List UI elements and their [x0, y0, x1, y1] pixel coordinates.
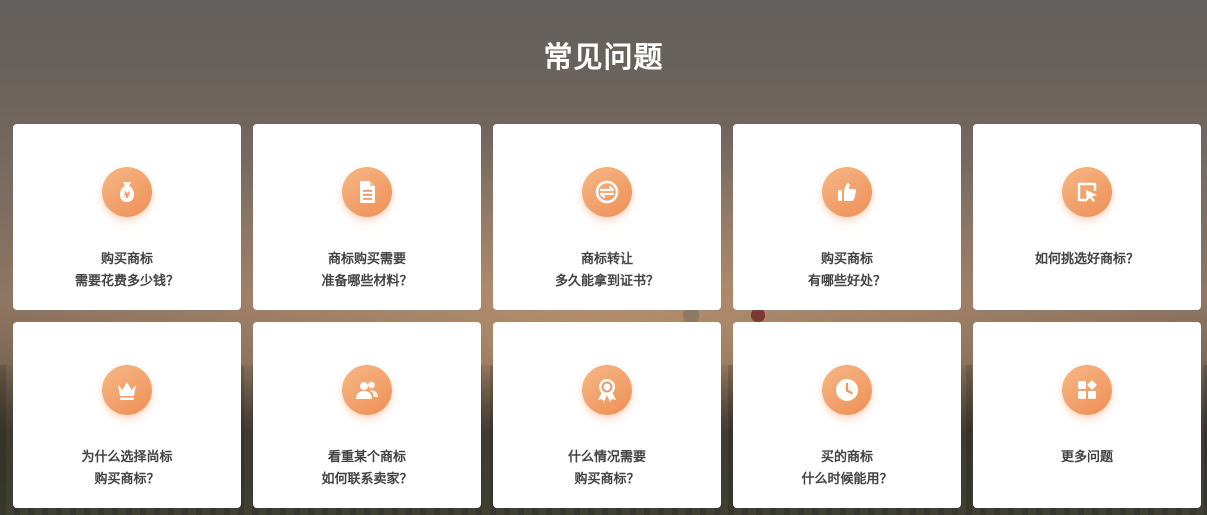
faq-label-line2: 准备哪些材料？ — [321, 274, 413, 289]
faq-label-line1: 商标购买需要 — [327, 252, 406, 267]
faq-label-line1: 商标转让 — [580, 252, 633, 267]
faq-card-materials[interactable]: 商标购买需要 准备哪些材料？ — [253, 124, 481, 310]
faq-label: 商标购买需要 准备哪些材料？ — [253, 249, 481, 293]
faq-label-line1: 购买商标 — [100, 252, 153, 267]
faq-label-line2: 什么时候能用？ — [801, 472, 893, 487]
faq-card-cost[interactable]: ¥ 购买商标 需要花费多少钱？ — [13, 124, 241, 310]
faq-label: 购买商标 有哪些好处？ — [733, 249, 961, 293]
faq-label-line1: 购买商标 — [820, 252, 873, 267]
transfer-icon — [582, 167, 632, 217]
faq-label-line2: 如何联系卖家？ — [321, 472, 413, 487]
faq-label-line2: 购买商标？ — [574, 472, 640, 487]
faq-label: 买的商标 什么时候能用？ — [733, 447, 961, 491]
faq-label-line1: 如何挑选好商标？ — [1034, 252, 1139, 267]
faq-card-benefits[interactable]: 购买商标 有哪些好处？ — [733, 124, 961, 310]
faq-grid: ¥ 购买商标 需要花费多少钱？ 商标购买需要 准备哪些材料？ 商标转让 多久能拿… — [13, 124, 1201, 508]
faq-card-when-buy[interactable]: 什么情况需要 购买商标？ — [493, 322, 721, 508]
faq-card-choose[interactable]: 如何挑选好商标？ — [973, 124, 1201, 310]
faq-label: 为什么选择尚标 购买商标？ — [13, 447, 241, 491]
faq-card-usable-time[interactable]: 买的商标 什么时候能用？ — [733, 322, 961, 508]
faq-label: 更多问题 — [973, 447, 1201, 469]
apps-grid-icon — [1062, 365, 1112, 415]
thumbs-up-icon — [822, 167, 872, 217]
faq-label-line1: 什么情况需要 — [567, 450, 646, 465]
faq-label: 什么情况需要 购买商标？ — [493, 447, 721, 491]
faq-card-more[interactable]: 更多问题 — [973, 322, 1201, 508]
award-ribbon-icon — [582, 365, 632, 415]
faq-label: 商标转让 多久能拿到证书？ — [493, 249, 721, 293]
document-icon — [342, 167, 392, 217]
faq-label-line2: 购买商标？ — [94, 472, 160, 487]
faq-label: 看重某个商标 如何联系卖家？ — [253, 447, 481, 491]
faq-card-contact-seller[interactable]: 看重某个商标 如何联系卖家？ — [253, 322, 481, 508]
faq-label-line2: 有哪些好处？ — [807, 274, 886, 289]
faq-label-line2: 需要花费多少钱？ — [74, 274, 179, 289]
faq-card-transfer[interactable]: 商标转让 多久能拿到证书？ — [493, 124, 721, 310]
faq-label-line1: 为什么选择尚标 — [81, 450, 173, 465]
faq-label-line1: 买的商标 — [820, 450, 873, 465]
faq-label: 如何挑选好商标？ — [973, 249, 1201, 271]
faq-label: 购买商标 需要花费多少钱？ — [13, 249, 241, 293]
faq-label-line2: 多久能拿到证书？ — [554, 274, 659, 289]
users-icon — [342, 365, 392, 415]
faq-label-line1: 更多问题 — [1060, 450, 1113, 465]
faq-label-line1: 看重某个商标 — [327, 450, 406, 465]
clock-icon — [822, 365, 872, 415]
faq-card-why-us[interactable]: 为什么选择尚标 购买商标？ — [13, 322, 241, 508]
svg-text:¥: ¥ — [124, 191, 131, 201]
money-bag-icon: ¥ — [102, 167, 152, 217]
section-title: 常见问题 — [543, 40, 664, 74]
crown-icon — [102, 365, 152, 415]
pointer-select-icon — [1062, 167, 1112, 217]
